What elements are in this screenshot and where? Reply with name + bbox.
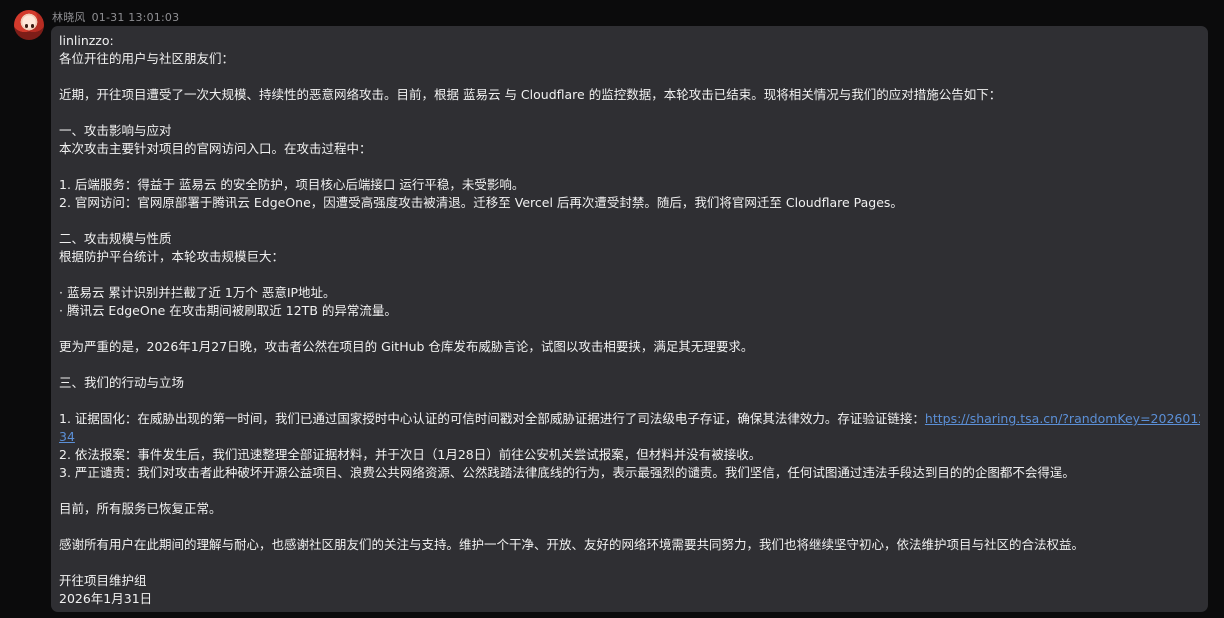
section2-desc: 根据防护平台统计，本轮攻击规模巨大：	[59, 249, 285, 264]
evidence-link[interactable]: https://sharing.tsa.cn/?randomKey=202601…	[925, 411, 1200, 426]
message-bubble[interactable]: linlinzzo: 各位开往的用户与社区朋友们： 近期，开往项目遭受了一次大规…	[51, 26, 1208, 612]
section3-item1-continued: 34	[59, 428, 1200, 446]
section1-title: 一、攻击影响与应对	[59, 123, 172, 138]
avatar-eye-right	[31, 24, 34, 28]
sender-name[interactable]: 林晓风	[52, 11, 86, 24]
section3-title: 三、我们的行动与立场	[59, 375, 185, 390]
section3-item1-text: 1. 证据固化：在威胁出现的第一时间，我们已通过国家授时中心认证的可信时间戳对全…	[59, 411, 925, 426]
chat-view: 林晓风 01-31 13:01:03 linlinzzo: 各位开往的用户与社区朋…	[0, 0, 1224, 618]
section1-item2: 2. 官网访问：官网原部署于腾讯云 EdgeOne，因遭受高强度攻击被清退。迁移…	[59, 195, 903, 210]
avatar-eye-left	[25, 24, 28, 28]
signature-date: 2026年1月31日	[59, 591, 153, 606]
section2-item1: · 蓝易云 累计识别并拦截了近 1万个 恶意IP地址。	[59, 285, 336, 300]
section1-desc: 本次攻击主要针对项目的官网访问入口。在攻击过程中：	[59, 141, 372, 156]
section3-item3: 3. 严正谴责：我们对攻击者此种破坏开源公益项目、浪费公共网络资源、公然践踏法律…	[59, 465, 1075, 480]
section1-item1: 1. 后端服务：得益于 蓝易云 的安全防护，项目核心后端接口 运行平稳，未受影响…	[59, 177, 525, 192]
intro-paragraph: 近期，开往项目遭受了一次大规模、持续性的恶意网络攻击。目前，根据 蓝易云 与 C…	[59, 87, 1002, 102]
message-timestamp: 01-31 13:01:03	[91, 11, 180, 24]
user-avatar[interactable]	[14, 10, 44, 40]
greeting-line: 各位开往的用户与社区朋友们：	[59, 51, 235, 66]
section3-item1: 1. 证据固化：在威胁出现的第一时间，我们已通过国家授时中心认证的可信时间戳对全…	[59, 410, 1200, 428]
evidence-link-continued[interactable]: 34	[59, 429, 75, 444]
author-line: linlinzzo:	[59, 33, 114, 48]
section2-title: 二、攻击规模与性质	[59, 231, 172, 246]
signature-org: 开往项目维护组	[59, 573, 147, 588]
threat-paragraph: 更为严重的是，2026年1月27日晚，攻击者公然在项目的 GitHub 仓库发布…	[59, 339, 754, 354]
thanks-paragraph: 感谢所有用户在此期间的理解与耐心，也感谢社区朋友们的关注与支持。维护一个干净、开…	[59, 537, 1085, 552]
section3-item2: 2. 依法报案：事件发生后，我们迅速整理全部证据材料，并于次日（1月28日）前往…	[59, 447, 762, 462]
section2-item2: · 腾讯云 EdgeOne 在攻击期间被刷取近 12TB 的异常流量。	[59, 303, 397, 318]
message-meta: 林晓风 01-31 13:01:03	[52, 9, 179, 25]
restored-line: 目前，所有服务已恢复正常。	[59, 501, 222, 516]
